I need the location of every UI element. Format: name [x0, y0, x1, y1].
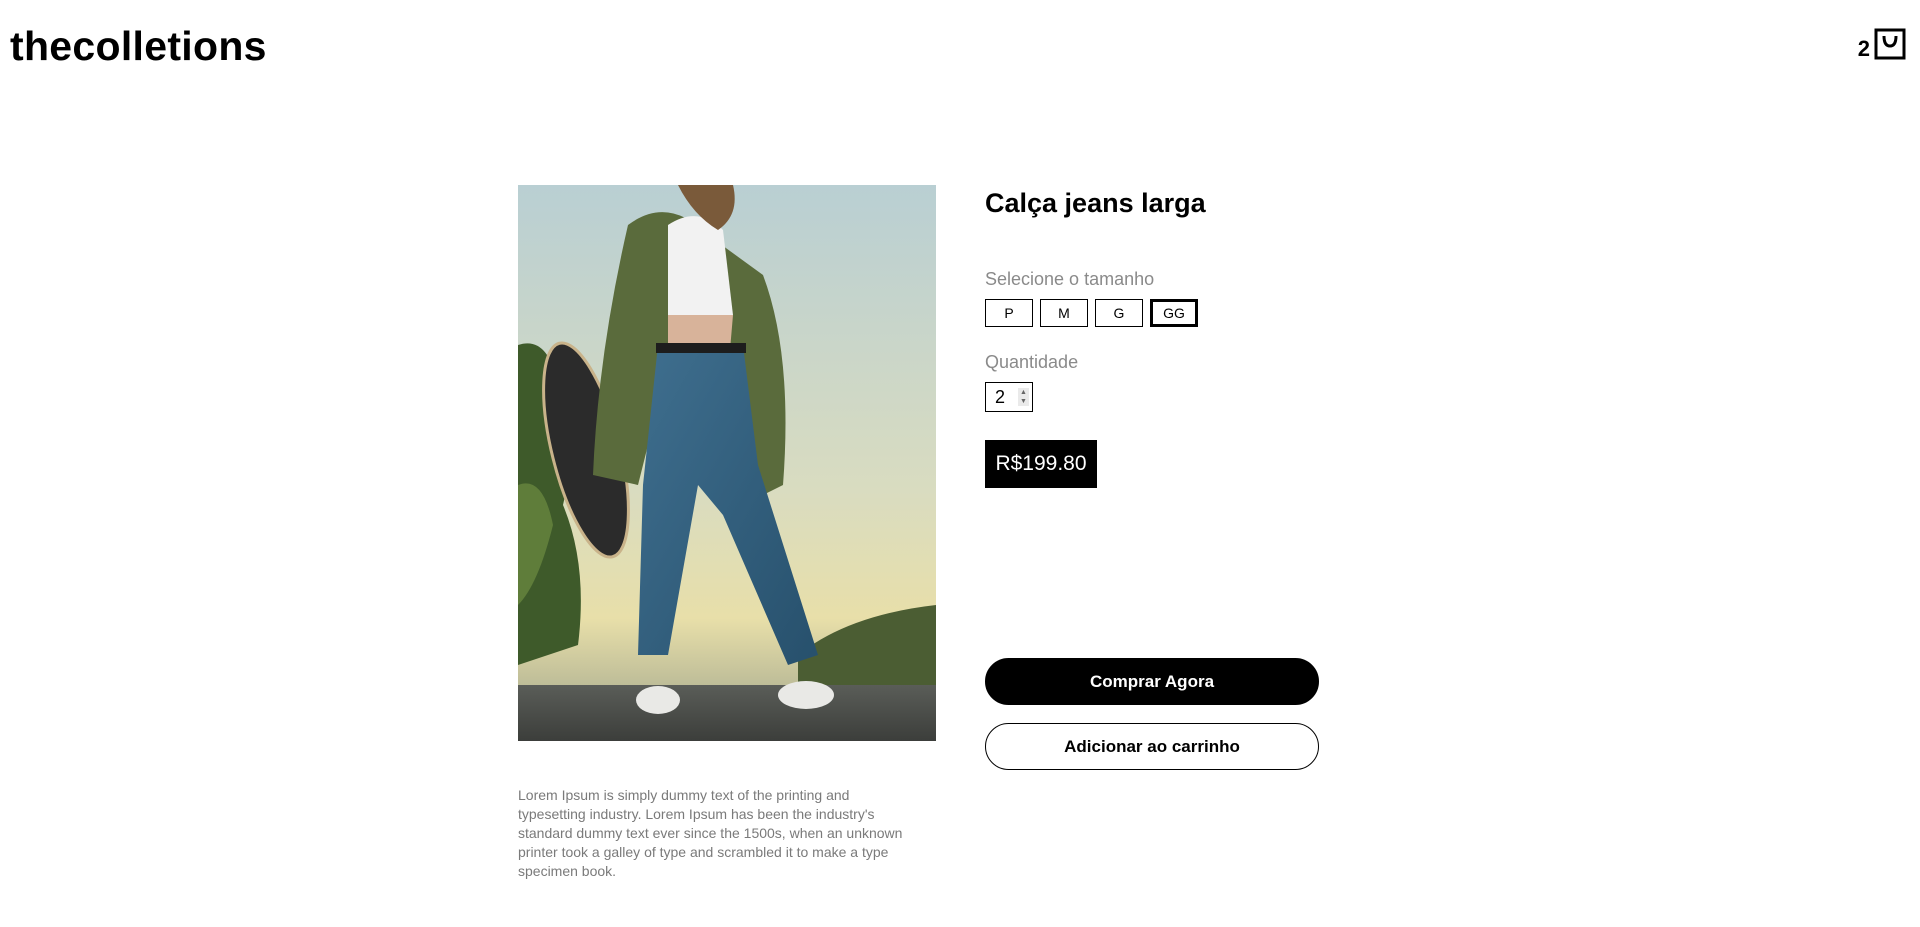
- size-option-m[interactable]: M: [1040, 299, 1088, 327]
- shopping-bag-icon[interactable]: [1874, 28, 1906, 60]
- quantity-value[interactable]: 2: [995, 387, 1005, 408]
- buy-now-button[interactable]: Comprar Agora: [985, 658, 1319, 705]
- product-description: Lorem Ipsum is simply dummy text of the …: [518, 787, 903, 879]
- size-label: Selecione o tamanho: [985, 269, 1155, 289]
- product-photo: [518, 185, 936, 741]
- product-page: thecolletions 2 Lorem Ipsum is simply du…: [0, 0, 1920, 927]
- size-option-gg[interactable]: GG: [1150, 299, 1198, 327]
- size-option-p[interactable]: P: [985, 299, 1033, 327]
- quantity-label: Quantidade: [985, 352, 1079, 372]
- cart-count: 2: [1857, 36, 1870, 61]
- price-badge: R$199.80: [985, 440, 1097, 488]
- chevron-up-icon[interactable]: ▲: [1020, 388, 1027, 397]
- chevron-down-icon[interactable]: ▼: [1020, 397, 1027, 406]
- cart-button[interactable]: 2: [1858, 28, 1906, 60]
- size-selector: P M G GG: [985, 299, 1198, 327]
- add-to-cart-button[interactable]: Adicionar ao carrinho: [985, 723, 1319, 770]
- spin-buttons[interactable]: ▲ ▼: [1018, 388, 1029, 406]
- size-option-g[interactable]: G: [1095, 299, 1143, 327]
- brand-logo[interactable]: thecolletions: [10, 22, 267, 70]
- quantity-stepper[interactable]: 2 ▲ ▼: [985, 382, 1033, 412]
- product-title: Calça jeans larga: [985, 188, 1206, 218]
- product-image: [518, 185, 936, 741]
